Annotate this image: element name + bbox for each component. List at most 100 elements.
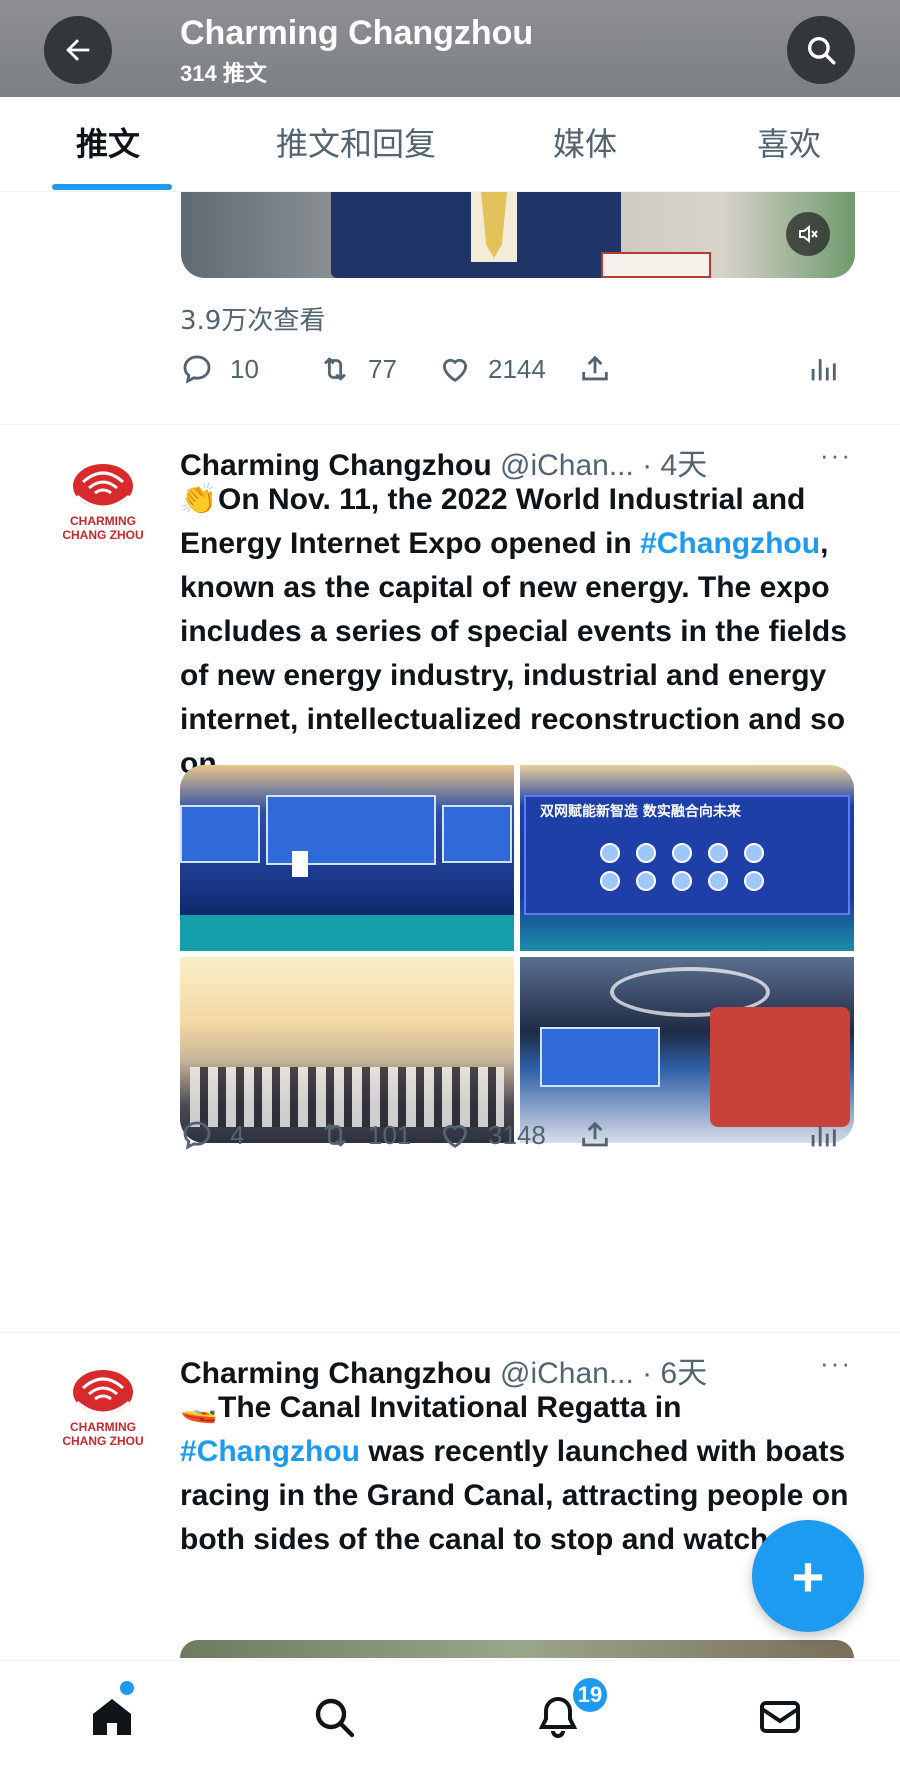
banner-text: 双网赋能新智造 数实融合向未来: [540, 804, 741, 820]
like-button[interactable]: 3148: [438, 1118, 546, 1152]
tweet-text: 🚤The Canal Invitational Regatta in #Chan…: [180, 1386, 850, 1562]
nav-messages[interactable]: [752, 1689, 808, 1745]
analytics-button[interactable]: [806, 352, 840, 386]
nav-search[interactable]: [306, 1689, 362, 1745]
analytics-icon: [811, 1125, 836, 1147]
volume-mute-icon: [799, 224, 818, 244]
screen-shape: [540, 1027, 660, 1087]
avatar-brand-line2: CHANG ZHOU: [62, 1434, 144, 1448]
circle-shape: [708, 843, 728, 863]
screen-shape: [180, 805, 260, 863]
retweet-icon: [324, 357, 346, 381]
avatar-brand-text: CHARMING CHANG ZHOU: [44, 514, 162, 542]
hashtag-link[interactable]: #Changzhou: [640, 527, 820, 560]
tweet-actions: 4 101 3148: [180, 1118, 860, 1158]
display-shape: [710, 1007, 850, 1127]
circle-shape: [744, 871, 764, 891]
analytics-icon: [811, 359, 836, 381]
bottom-navigation: 19: [0, 1660, 900, 1776]
profile-name: Charming Changzhou: [180, 14, 534, 52]
like-button[interactable]: 2144: [438, 352, 546, 386]
mail-icon: [760, 1701, 800, 1733]
tweet-divider: [0, 424, 900, 425]
more-options-button[interactable]: ···: [820, 1348, 852, 1379]
retweet-icon: [324, 1123, 346, 1147]
notification-badge: 19: [570, 1675, 610, 1715]
more-options-button[interactable]: ···: [820, 440, 852, 471]
tweet-text-part1: The Canal Invitational Regatta in: [218, 1391, 682, 1424]
circle-shape: [600, 871, 620, 891]
tab-tweets-replies[interactable]: 推文和回复: [276, 119, 436, 165]
reply-button[interactable]: 4: [180, 1118, 244, 1152]
circle-shape: [672, 871, 692, 891]
stage-shape: [180, 915, 514, 951]
active-tab-indicator: [52, 184, 172, 190]
video-thumbnail[interactable]: [181, 192, 855, 278]
like-count: 3148: [488, 1119, 546, 1150]
rose-logo-icon: [73, 464, 133, 509]
home-icon: [93, 1699, 131, 1735]
circle-shape: [744, 843, 764, 863]
compose-tweet-button[interactable]: +: [752, 1520, 864, 1632]
arrow-left-icon: [66, 39, 90, 61]
tab-tweets[interactable]: 推文: [76, 119, 140, 165]
expo-photo-3[interactable]: [180, 957, 514, 1143]
avatar-brand-text: CHARMING CHANG ZHOU: [44, 1420, 162, 1448]
back-button[interactable]: [44, 16, 112, 84]
hashtag-link[interactable]: #Changzhou: [180, 1435, 360, 1468]
tab-media[interactable]: 媒体: [553, 119, 617, 165]
circle-shape: [636, 843, 656, 863]
expo-photo-4[interactable]: [520, 957, 854, 1143]
reply-count: 10: [230, 353, 259, 384]
avatar[interactable]: CHARMING CHANG ZHOU: [44, 450, 162, 568]
heart-icon: [442, 1124, 468, 1148]
circle-shape: [672, 843, 692, 863]
avatar-brand-line2: CHANG ZHOU: [62, 528, 144, 542]
retweet-count: 77: [368, 353, 397, 384]
share-icon: [582, 1121, 608, 1147]
reply-icon: [183, 1121, 211, 1150]
share-icon: [582, 355, 608, 381]
paper-shape: [601, 252, 711, 278]
search-icon: [315, 1698, 355, 1738]
avatar-brand-line1: CHARMING: [70, 1420, 136, 1434]
tweet-text: 👏On Nov. 11, the 2022 World Industrial a…: [180, 478, 850, 786]
expo-photo-1[interactable]: [180, 765, 514, 951]
share-button[interactable]: [578, 1118, 612, 1152]
share-button[interactable]: [578, 352, 612, 386]
expo-photo-2[interactable]: 双网赋能新智造 数实融合向未来: [520, 765, 854, 951]
view-count: 3.9万次查看: [180, 306, 326, 336]
screen-shape: [442, 805, 512, 863]
tab-likes[interactable]: 喜欢: [757, 119, 821, 165]
reply-button[interactable]: 10: [180, 352, 259, 386]
rose-logo-icon: [73, 1370, 133, 1415]
analytics-button[interactable]: [806, 1118, 840, 1152]
unread-indicator-dot: [120, 1681, 134, 1695]
avatar[interactable]: CHARMING CHANG ZHOU: [44, 1356, 162, 1474]
profile-tabs: 推文 推文和回复 媒体 喜欢: [0, 97, 900, 192]
podium-shape: [292, 851, 308, 877]
circle-shape: [600, 843, 620, 863]
retweet-button[interactable]: 101: [318, 1118, 411, 1152]
media-preview[interactable]: [180, 1640, 854, 1658]
circle-shape: [636, 871, 656, 891]
image-grid: 双网赋能新智造 数实融合向未来: [180, 765, 854, 1143]
search-button[interactable]: [787, 16, 855, 84]
speedboat-icon: 🚤: [180, 1391, 218, 1424]
tweet-actions: 10 77 2144: [180, 352, 860, 392]
reply-count: 4: [230, 1119, 245, 1150]
heart-icon: [442, 358, 468, 382]
tweet-divider: [0, 1332, 900, 1333]
search-icon: [807, 36, 836, 65]
retweet-count: 101: [368, 1119, 412, 1150]
tweet-feed[interactable]: 3.9万次查看 10 77 2144 CHARMING CHANG ZHOU C…: [0, 192, 900, 1660]
tweet-text-part2: , known as the capital of new energy. Th…: [180, 527, 847, 780]
circle-shape: [708, 871, 728, 891]
profile-header: Charming Changzhou 314 推文: [0, 0, 900, 97]
retweet-button[interactable]: 77: [318, 352, 397, 386]
mute-button[interactable]: [786, 212, 830, 256]
avatar-brand-line1: CHARMING: [70, 514, 136, 528]
nav-home[interactable]: [84, 1689, 140, 1745]
tweet-count: 314 推文: [180, 61, 267, 86]
reply-icon: [183, 355, 211, 384]
